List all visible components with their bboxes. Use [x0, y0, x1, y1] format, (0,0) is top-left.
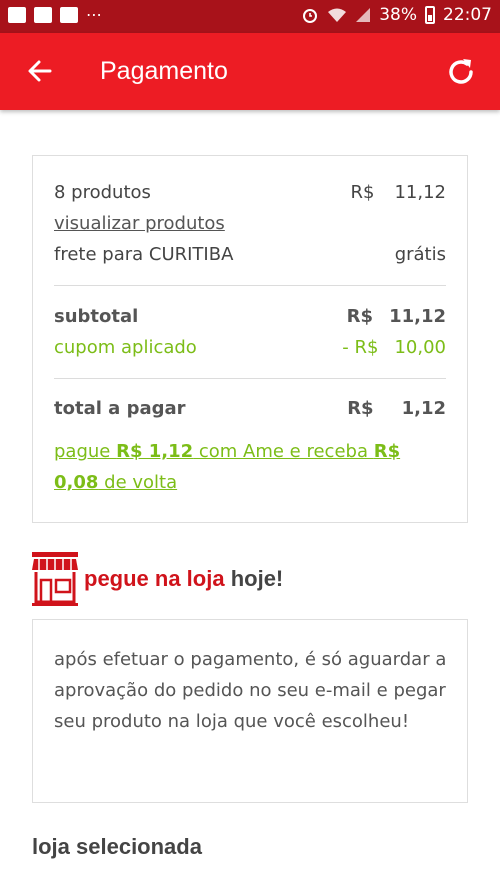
store-pickup-title: pegue na loja hoje! — [84, 566, 284, 591]
battery-icon — [425, 6, 435, 24]
products-currency: R$ — [350, 182, 375, 203]
alarm-icon — [303, 9, 318, 23]
selected-store-heading: loja selecionada — [32, 834, 202, 859]
refresh-icon[interactable] — [444, 55, 478, 89]
gallery-icon — [34, 6, 52, 23]
wifi-icon — [328, 8, 347, 22]
app-bar: Pagamento — [0, 33, 500, 110]
total-label: total a pagar — [54, 398, 186, 419]
pickup-info-text: após efetuar o pagamento, é só aguardar … — [54, 649, 447, 732]
total-row: total a pagar R$ 1,12 — [54, 397, 446, 421]
page-title: Pagamento — [100, 57, 228, 85]
subtotal-value: 11,12 — [389, 306, 446, 327]
products-row: 8 produtos R$ 11,12 — [54, 181, 446, 205]
total-value: 1,12 — [401, 398, 446, 419]
signal-icon — [356, 8, 371, 22]
subtotal-label: subtotal — [54, 306, 139, 327]
vpn-icon — [60, 6, 78, 23]
coupon-value: 10,00 — [394, 337, 446, 358]
products-value: 11,12 — [394, 182, 446, 203]
arrow-left-icon[interactable] — [24, 55, 56, 87]
status-bar: ⋯ 38% 22:07 — [0, 0, 500, 33]
coupon-label: cupom aplicado — [54, 337, 197, 358]
store-icon — [32, 552, 78, 606]
total-currency: R$ — [347, 398, 374, 419]
shipping-label: frete para CURITIBA — [54, 244, 234, 265]
store-pickup-header: pegue na loja hoje! — [32, 550, 472, 606]
view-products-link[interactable]: visualizar produtos — [54, 213, 225, 234]
coupon-row: cupom aplicado - R$ 10,00 — [54, 336, 446, 360]
notification-icon — [8, 6, 26, 23]
shipping-value: grátis — [394, 244, 446, 265]
divider — [54, 378, 446, 379]
pickup-info-card: após efetuar o pagamento, é só aguardar … — [32, 619, 468, 803]
clock: 22:07 — [443, 5, 492, 25]
battery-percent: 38% — [379, 5, 417, 25]
order-summary-card: 8 produtos R$ 11,12 visualizar produtos f… — [32, 155, 468, 523]
subtotal-row: subtotal R$ 11,12 — [54, 305, 446, 329]
subtotal-currency: R$ — [346, 306, 374, 327]
ame-amount: R$ 1,12 — [116, 441, 194, 462]
divider — [54, 285, 446, 286]
more-notifications-icon: ⋯ — [86, 5, 104, 24]
coupon-currency: - R$ — [342, 337, 379, 358]
ame-cashback-link[interactable]: pague R$ 1,12 com Ame e receba R$ 0,08 d… — [54, 436, 446, 498]
shipping-row: frete para CURITIBA grátis — [54, 243, 446, 267]
products-label: 8 produtos — [54, 182, 151, 203]
